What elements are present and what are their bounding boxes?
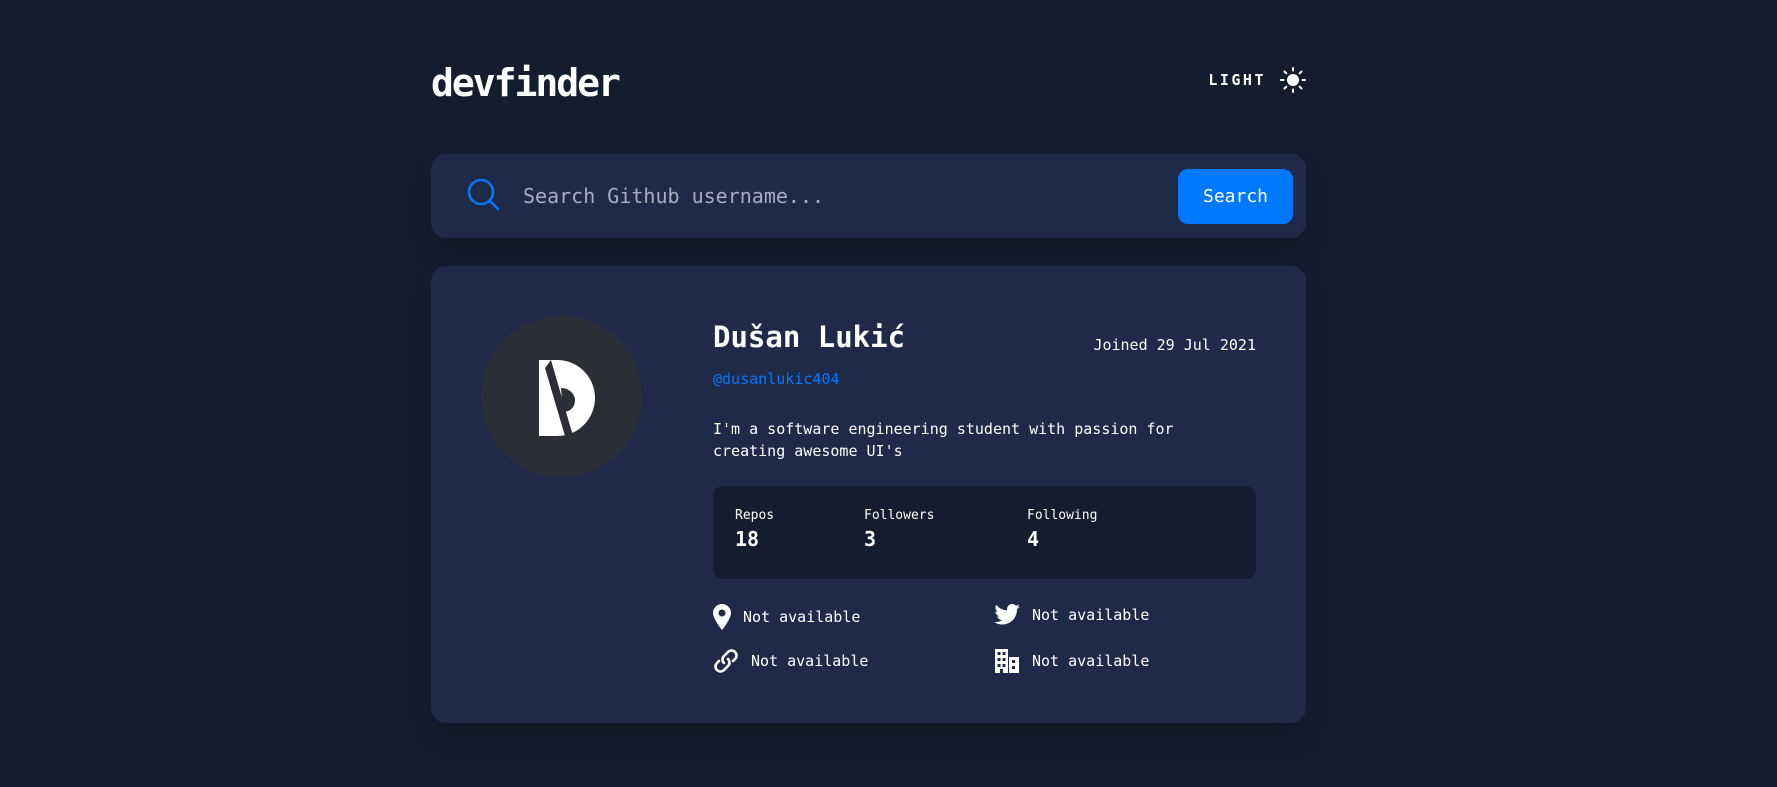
joined-date: Joined 29 Jul 2021 [1093, 336, 1256, 354]
app-container: devfinder LIGHT Search Github username..… [431, 58, 1306, 723]
twitter-icon [994, 604, 1020, 626]
website-item[interactable]: Not available [713, 648, 868, 674]
theme-toggle-button[interactable]: LIGHT [1208, 67, 1306, 93]
bio-line: creating awesome UI's [713, 442, 903, 460]
header: devfinder LIGHT [431, 58, 1306, 108]
location-pin-icon [713, 604, 731, 630]
bio-line: I'm a software engineering student with … [713, 420, 1174, 438]
profile-card: Dušan Lukić Joined 29 Jul 2021 @dusanluk… [431, 266, 1306, 723]
search-button[interactable]: Search [1178, 169, 1293, 224]
stat-label: Repos [735, 508, 775, 523]
website-link[interactable]: Not available [751, 652, 868, 670]
stat-following: Following 4 [1027, 508, 1097, 551]
stat-value: 18 [735, 527, 760, 551]
stat-value: 3 [864, 527, 877, 551]
twitter-text: Not available [1032, 606, 1150, 624]
app-logo: devfinder [431, 61, 621, 105]
location-item: Not available [713, 604, 860, 630]
company-text: Not available [1032, 652, 1150, 670]
stats-panel: Repos 18 Followers 3 Following 4 [713, 486, 1256, 579]
sun-icon [1280, 67, 1306, 93]
avatar-logo-icon [538, 359, 595, 436]
search-icon [466, 177, 502, 213]
avatar [481, 316, 642, 477]
office-building-icon [994, 648, 1020, 674]
link-icon [713, 648, 739, 674]
profile-name: Dušan Lukić [713, 320, 906, 354]
stat-followers: Followers 3 [864, 508, 934, 551]
twitter-item: Not available [994, 604, 1149, 626]
profile-handle-link[interactable]: @dusanlukic404 [713, 370, 839, 388]
profile-bio: I'm a software engineering student with … [713, 418, 1213, 462]
stat-repos: Repos 18 [735, 508, 774, 551]
company-item: Not available [994, 648, 1149, 674]
theme-toggle-label: LIGHT [1208, 71, 1266, 89]
search-bar: Search [431, 154, 1306, 238]
stat-label: Followers [864, 508, 935, 523]
location-text: Not available [743, 608, 861, 626]
stat-value: 4 [1027, 527, 1040, 551]
stat-label: Following [1027, 508, 1098, 523]
search-input[interactable] [523, 176, 1163, 216]
